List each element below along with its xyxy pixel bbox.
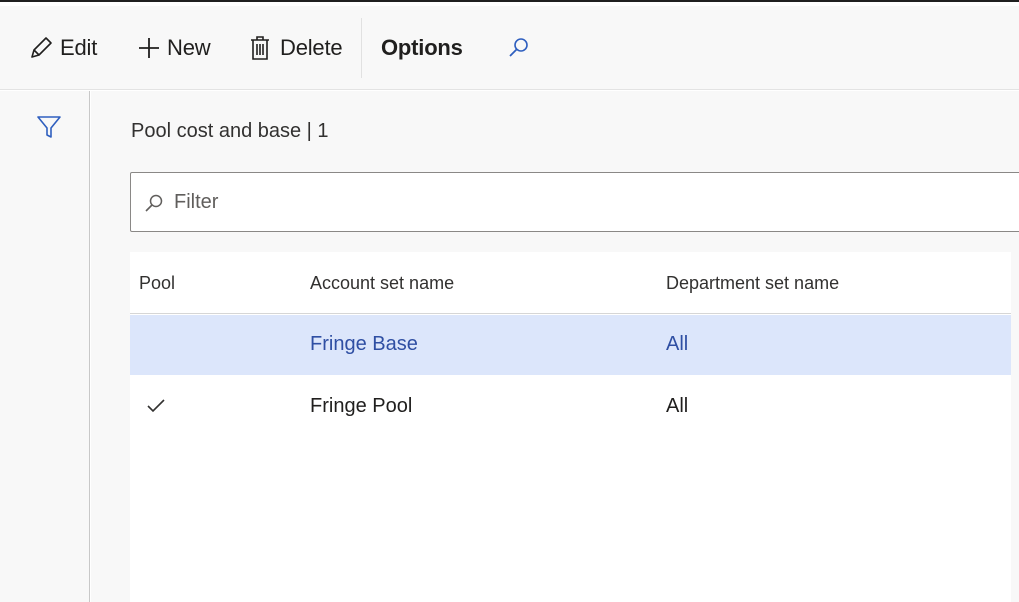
new-label: New xyxy=(167,35,211,60)
table-row[interactable]: Fringe Pool All xyxy=(130,377,1011,437)
pencil-icon xyxy=(28,35,54,61)
new-button[interactable]: New xyxy=(137,6,211,90)
options-label: Options xyxy=(381,35,463,60)
filter-placeholder: Filter xyxy=(174,191,219,213)
search-icon xyxy=(143,193,165,220)
plus-icon xyxy=(137,36,161,60)
page-title: Pool cost and base | 1 xyxy=(131,120,329,142)
column-header-pool[interactable]: Pool xyxy=(139,273,175,294)
search-button[interactable] xyxy=(506,6,530,90)
pool-grid: Pool Account set name Department set nam… xyxy=(130,252,1011,602)
funnel-icon[interactable] xyxy=(36,115,62,144)
account-set-name-cell: Fringe Pool xyxy=(310,395,413,417)
action-pane: Edit New Delete Options xyxy=(0,6,1019,90)
column-header-account-set-name[interactable]: Account set name xyxy=(310,273,454,294)
search-icon xyxy=(506,36,530,60)
department-set-name-cell: All xyxy=(666,395,689,417)
toolbar-separator xyxy=(361,18,362,78)
column-header-department-set-name[interactable]: Department set name xyxy=(666,273,839,294)
checkmark-icon xyxy=(146,397,166,421)
options-button[interactable]: Options xyxy=(381,6,463,90)
edit-label: Edit xyxy=(60,35,98,60)
delete-label: Delete xyxy=(280,35,343,60)
department-set-name-cell: All xyxy=(666,333,689,355)
account-set-name-cell: Fringe Base xyxy=(310,333,418,355)
edit-button[interactable]: Edit xyxy=(28,6,97,90)
delete-button[interactable]: Delete xyxy=(249,6,343,90)
grid-header: Pool Account set name Department set nam… xyxy=(130,252,1011,314)
trash-icon xyxy=(249,34,271,62)
filter-input[interactable]: Filter xyxy=(130,172,1019,232)
left-rail xyxy=(0,91,90,602)
table-row[interactable]: Fringe Base All xyxy=(130,315,1011,375)
